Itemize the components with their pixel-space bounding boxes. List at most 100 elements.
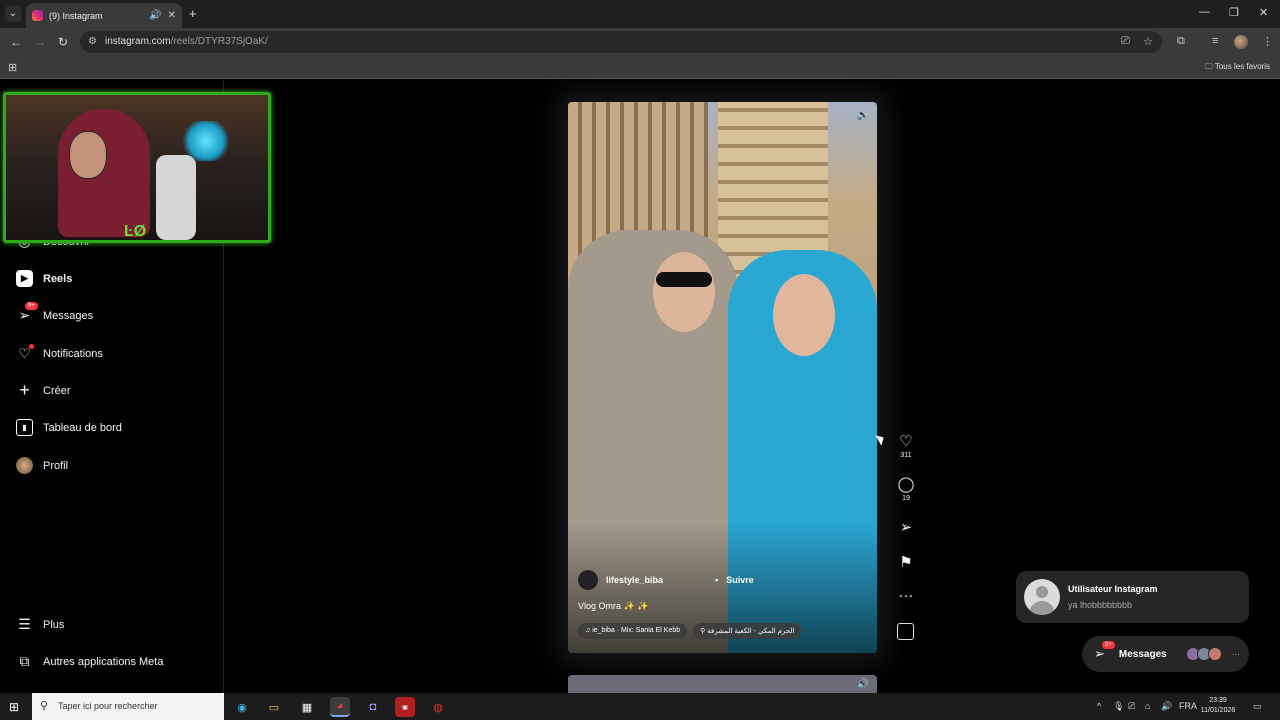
network-icon[interactable]: ⌂ — [1145, 701, 1150, 711]
sidebar-item-create[interactable]: + Créer — [16, 380, 71, 400]
close-window-icon[interactable]: ✕ — [1259, 6, 1268, 19]
forward-icon[interactable]: → — [34, 35, 46, 49]
sidebar-item-reels[interactable]: ▶ Reels — [16, 270, 72, 287]
notification-center-icon[interactable]: ▭ — [1253, 701, 1262, 712]
all-favorites-link[interactable]: 🗀 Tous les favoris — [1205, 61, 1270, 75]
install-app-icon[interactable]: ⎚ — [1121, 35, 1130, 48]
sidebar-item-label: Plus — [43, 618, 65, 631]
tab-title: (9) Instagram — [49, 10, 103, 21]
reels-icon: ▶ — [16, 270, 33, 287]
sidebar-item-more[interactable]: ☰ Plus — [16, 616, 64, 633]
windows-start-icon[interactable]: ⊞ — [9, 700, 19, 714]
more-options[interactable]: ··· — [894, 587, 918, 604]
tab-audio-icon[interactable]: 🔊 — [149, 10, 161, 21]
menu-icon: ☰ — [18, 616, 31, 632]
sidebar-item-label: Notifications — [43, 347, 103, 360]
messages-pill[interactable]: ➢ 9+ Messages ··· — [1082, 636, 1249, 672]
follow-button[interactable]: Suivre — [726, 575, 754, 585]
new-tab-button[interactable]: + — [189, 6, 197, 21]
edge-icon[interactable]: ◉ — [232, 697, 252, 717]
comment-action[interactable]: ◯ 19 — [894, 475, 918, 502]
search-icon: ⚲ — [40, 700, 49, 712]
minimize-icon[interactable]: — — [1199, 6, 1210, 18]
sidebar-item-label: Autres applications Meta — [43, 655, 164, 668]
streamer — [58, 109, 150, 237]
audio-label: ie_biba · Mix: Sania El Kebb — [592, 627, 681, 634]
save-action[interactable]: ⚑ — [894, 553, 918, 571]
location-label: الحرم المكي - الكعبة المشرفة — [707, 628, 795, 635]
volume-icon[interactable]: 🔊 — [857, 679, 869, 690]
notification-message: ya lhobbbbbbbb — [1068, 600, 1133, 610]
reload-icon[interactable]: ↻ — [58, 35, 68, 49]
sidebar-item-notifications[interactable]: ♡ Notifications — [16, 344, 103, 362]
browser-tab[interactable]: (9) Instagram 🔊 ✕ — [26, 3, 182, 28]
sidebar-item-messages[interactable]: ➢ 9+ Messages — [16, 302, 94, 324]
location-chip[interactable]: ⚲ الحرم المكي - الكعبة المشرفة — [693, 623, 802, 639]
heart-icon: ♡ — [16, 344, 34, 362]
volume-icon[interactable]: 🔊 — [857, 110, 869, 121]
tray-chevron-icon[interactable]: ^ — [1097, 701, 1101, 711]
share-icon: ➢ — [899, 519, 913, 536]
browser-toolbar: ← → ↻ ⚙ instagram.com/reels/DTYR37SjOaK/… — [0, 28, 1280, 56]
reel-chips: ♫ ie_biba · Mix: Sania El Kebb ⚲ الحرم ا… — [578, 623, 802, 639]
all-favorites-label: Tous les favoris — [1214, 62, 1270, 71]
author-avatar[interactable] — [578, 570, 598, 590]
message-notification[interactable]: Utilisateur Instagram ya lhobbbbbbbb — [1016, 571, 1249, 623]
tab-close-icon[interactable]: ✕ — [168, 10, 176, 21]
separator-dot: • — [715, 575, 719, 585]
back-icon[interactable]: ← — [10, 35, 22, 49]
streaming-app-icon[interactable]: ▣ — [395, 697, 415, 717]
store-icon[interactable]: ▦ — [297, 697, 317, 717]
sidebar-item-label: Messages — [43, 309, 94, 322]
address-bar[interactable]: ⚙ instagram.com/reels/DTYR37SjOaK/ — [80, 31, 1162, 53]
taskbar-clock[interactable]: 23:39 11/01/2026 — [1200, 696, 1236, 716]
discord-icon[interactable]: ◘ — [363, 697, 383, 717]
chrome-icon[interactable]: ◕ — [330, 697, 350, 717]
streamer-face — [69, 131, 107, 179]
search-placeholder: Taper ici pour rechercher — [58, 701, 158, 711]
taskbar-search[interactable]: ⚲ Taper ici pour rechercher — [32, 693, 224, 720]
clock-date: 11/01/2026 — [1200, 707, 1236, 714]
volume-tray-icon[interactable]: 🔊 — [1161, 701, 1172, 712]
woman-face-left — [653, 252, 715, 332]
apps-grid-icon[interactable]: ⊞ — [8, 61, 17, 74]
file-explorer-icon[interactable]: ▭ — [264, 697, 284, 717]
reel-author: lifestyle_biba • Suivre — [578, 570, 754, 590]
sidebar-item-label: Créer — [43, 384, 71, 397]
profile-avatar[interactable] — [1234, 35, 1248, 49]
audio-thumbnail[interactable] — [897, 623, 914, 640]
next-reel-preview[interactable]: 🔊 — [568, 675, 877, 693]
like-action[interactable]: ♡ 311 — [894, 432, 918, 459]
default-avatar-icon — [1024, 579, 1060, 615]
sidebar-item-dashboard[interactable]: ▮ Tableau de bord — [16, 419, 122, 436]
plus-icon: + — [19, 380, 30, 400]
screen-icon[interactable]: ⎚ — [1128, 701, 1135, 712]
audio-chip[interactable]: ♫ ie_biba · Mix: Sania El Kebb — [578, 623, 688, 639]
sidebar-item-meta-apps[interactable]: ⧉ Autres applications Meta — [16, 653, 164, 670]
instagram-favicon-icon — [32, 10, 43, 21]
restore-icon[interactable]: ❐ — [1229, 6, 1239, 19]
sidebar-item-profile[interactable]: Profil — [16, 457, 68, 474]
like-count: 311 — [900, 452, 912, 459]
bookmark-star-icon[interactable]: ☆ — [1143, 35, 1153, 48]
comment-icon: ◯ — [897, 476, 915, 493]
obs-icon[interactable]: ◍ — [428, 697, 448, 717]
reel-video[interactable]: 🔊 lifestyle_biba • Suivre Vlog Omra ✨ ✨ … — [568, 102, 877, 653]
reel-caption[interactable]: Vlog Omra ✨ ✨ — [578, 601, 648, 612]
extensions-icon[interactable]: ⧉ — [1177, 35, 1185, 48]
share-action[interactable]: ➢ — [894, 518, 918, 536]
notification-sender: Utilisateur Instagram — [1068, 584, 1158, 594]
site-info-icon[interactable]: ⚙ — [88, 31, 97, 53]
woman-face-right — [773, 274, 835, 356]
contact-avatar — [1207, 647, 1222, 661]
author-username[interactable]: lifestyle_biba — [606, 575, 663, 585]
media-control-icon[interactable]: ≡ — [1212, 35, 1218, 47]
bookmark-icon: ⚑ — [899, 554, 913, 571]
chart-icon: ▮ — [16, 419, 33, 436]
browser-menu-icon[interactable]: ⋮ — [1262, 35, 1273, 48]
comment-count: 19 — [902, 495, 910, 502]
language-indicator[interactable]: FRA — [1179, 701, 1197, 711]
microphone-icon[interactable]: 🎙 — [1113, 701, 1124, 712]
tab-search-button[interactable]: ⌄ — [5, 6, 21, 22]
instagram-page: ◎ Découvrir ▶ Reels ➢9+ Messages ♡ Notif… — [0, 80, 1280, 693]
